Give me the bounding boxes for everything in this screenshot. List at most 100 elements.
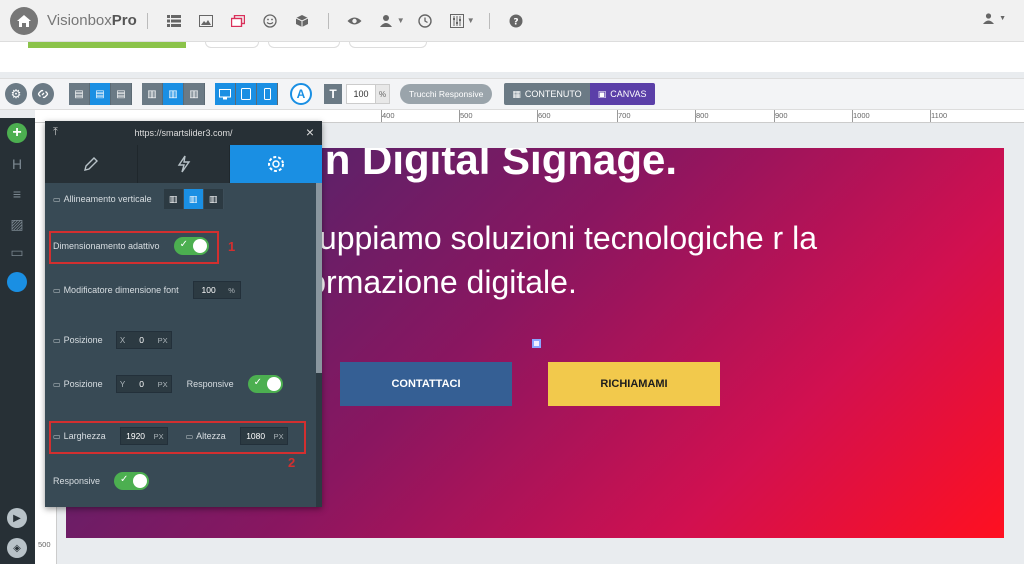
responsive-label: Responsive — [186, 379, 234, 389]
height-input[interactable]: 1080 PX — [239, 427, 288, 445]
image-icon[interactable] — [198, 13, 214, 29]
sliders-icon[interactable] — [449, 13, 465, 29]
ruler-tick: 800 — [696, 111, 709, 120]
contact-button[interactable]: CONTATTACI — [340, 362, 512, 406]
pin-icon[interactable]: ⤒ — [53, 126, 58, 139]
font-style-icon[interactable]: A — [290, 83, 312, 105]
smiley-icon[interactable] — [262, 13, 278, 29]
user-menu[interactable]: ▼ — [983, 13, 1006, 24]
slides-icon[interactable] — [230, 13, 246, 29]
align-bottom-icon[interactable]: ▥ — [184, 83, 205, 105]
position-label: Posizione — [63, 379, 103, 389]
chevron-down-icon[interactable]: ▼ — [397, 16, 405, 25]
panel-header: ⤒ https://smartslider3.com/ × — [45, 121, 322, 145]
height-label: Altezza — [196, 431, 226, 441]
panel-scrollbar[interactable] — [316, 183, 322, 507]
play-icon[interactable]: ▶ — [7, 508, 27, 528]
add-icon[interactable]: + — [7, 123, 27, 143]
align-center-icon[interactable]: ▤ — [90, 83, 111, 105]
selection-handle[interactable] — [532, 339, 541, 348]
callback-button[interactable]: RICHIAMAMI — [548, 362, 720, 406]
tab-edit[interactable] — [45, 145, 138, 183]
position-y-input[interactable]: Y 0 PX — [115, 375, 172, 393]
scroll-thumb[interactable] — [316, 183, 322, 373]
tab[interactable] — [205, 42, 259, 48]
tab-settings[interactable] — [230, 145, 323, 183]
monitor-icon: ▭ — [53, 379, 61, 389]
responsive-label: Responsive — [53, 476, 101, 486]
clock-icon[interactable] — [417, 13, 433, 29]
position-label: Posizione — [63, 335, 103, 345]
lightning-icon — [177, 155, 190, 173]
font-size-icon[interactable]: T — [324, 84, 342, 104]
pencil-icon — [83, 157, 98, 171]
top-navigation-bar: VisionboxPro ▼ ▼ ? ▼ — [0, 0, 1024, 42]
mobile-icon[interactable] — [257, 83, 278, 105]
align-top-icon[interactable]: ▥ — [163, 189, 184, 209]
chevron-down-icon[interactable]: ▼ — [467, 16, 475, 25]
align-middle-icon[interactable]: ▥ — [183, 189, 204, 209]
ruler-tick: 600 — [538, 111, 551, 120]
width-input[interactable]: 1920 PX — [119, 427, 168, 445]
close-icon[interactable]: × — [306, 124, 314, 140]
divider — [146, 12, 148, 29]
check-icon: ✓ — [179, 239, 188, 250]
responsive-tricks-button[interactable]: Trucchi Responsive — [400, 84, 493, 104]
cube-icon[interactable] — [294, 13, 310, 29]
vertical-align-row: ▭ Allineamento verticale ▥ ▥ ▥ — [53, 189, 224, 209]
tab[interactable] — [349, 42, 427, 48]
align-bottom-icon[interactable]: ▥ — [203, 189, 224, 209]
position-x-row: ▭ Posizione X 0 PX — [53, 331, 172, 349]
tab-animation[interactable] — [138, 145, 231, 183]
panel-tabs — [45, 145, 323, 183]
button-layer-icon[interactable]: ▭ — [7, 242, 27, 262]
layer-settings-panel: ⤒ https://smartslider3.com/ × ▭ Allineam… — [45, 121, 323, 507]
position-y-row: ▭ Posizione Y 0 PX Responsive ✓ — [53, 375, 283, 393]
adaptive-sizing-toggle[interactable]: ✓ — [173, 237, 209, 255]
panel-body: ▭ Allineamento verticale ▥ ▥ ▥ 1 Dimensi… — [45, 183, 322, 507]
heading-icon[interactable]: H — [7, 154, 27, 174]
ruler-tick: 700 — [618, 111, 631, 120]
font-modifier-row: ▭ Modificatore dimensione font 100 % — [53, 281, 241, 299]
position-x-input[interactable]: X 0 PX — [115, 331, 172, 349]
gear-icon — [268, 156, 285, 172]
home-icon[interactable] — [10, 6, 38, 35]
monitor-icon: ▭ — [185, 431, 194, 441]
image-layer-icon[interactable]: ▨ — [7, 214, 27, 234]
content-tab[interactable]: ▦ CONTENUTO — [504, 83, 590, 105]
list-icon[interactable] — [166, 13, 182, 29]
font-size-input[interactable]: 100 — [346, 84, 376, 104]
link-icon[interactable] — [32, 83, 54, 105]
tablet-icon[interactable] — [236, 83, 257, 105]
align-left-icon[interactable]: ▤ — [69, 83, 90, 105]
position-responsive-toggle[interactable]: ✓ — [247, 375, 283, 393]
user-icon — [983, 13, 995, 24]
monitor-icon: ▭ — [53, 431, 61, 441]
font-modifier-label: Modificatore dimensione font — [63, 285, 179, 295]
layer-sidebar: + H ≡ ▨ ▭ ▶ ◈ — [0, 118, 35, 564]
tab[interactable] — [268, 42, 340, 48]
ruler-tick: 1000 — [853, 111, 870, 120]
align-middle-icon[interactable]: ▥ — [163, 83, 184, 105]
align-top-icon[interactable]: ▥ — [142, 83, 163, 105]
layer-dot-icon[interactable] — [7, 272, 27, 292]
user-settings-icon[interactable] — [379, 13, 395, 29]
layers-icon[interactable]: ◈ — [7, 538, 27, 558]
desktop-icon[interactable] — [215, 83, 236, 105]
adaptive-sizing-label: Dimensionamento adattivo — [53, 241, 160, 251]
monitor-icon: ▭ — [53, 335, 61, 345]
align-right-icon[interactable]: ▤ — [111, 83, 132, 105]
eye-icon[interactable] — [347, 13, 363, 29]
vertical-align-label: Allineamento verticale — [63, 194, 152, 204]
width-label: Larghezza — [63, 431, 106, 441]
responsive-toggle[interactable]: ✓ — [114, 472, 150, 490]
brand-logo[interactable]: VisionboxPro — [47, 12, 137, 29]
font-modifier-input[interactable]: 100 % — [192, 281, 241, 299]
help-icon[interactable]: ? — [508, 13, 524, 29]
vertical-align-buttons: ▥ ▥ ▥ — [163, 189, 224, 209]
canvas-tab[interactable]: ▣ CANVAS — [589, 83, 655, 105]
slide-subheading[interactable]: e sviluppiamo soluzioni tecnologiche r l… — [246, 216, 1004, 304]
gear-icon[interactable]: ⚙ — [5, 83, 27, 105]
check-icon: ✓ — [120, 474, 129, 485]
text-icon[interactable]: ≡ — [7, 184, 27, 204]
